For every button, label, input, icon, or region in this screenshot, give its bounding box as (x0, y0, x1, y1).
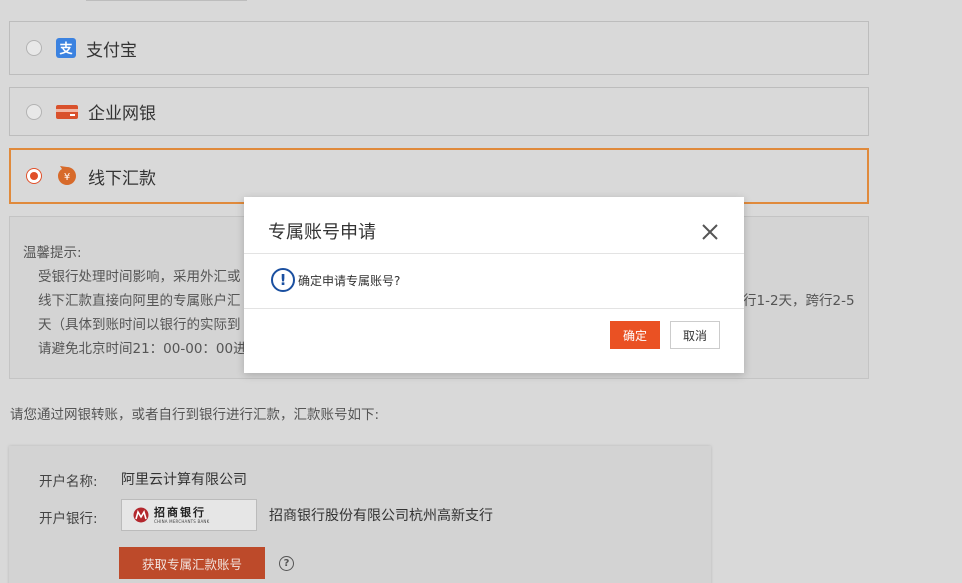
bank-card-icon (56, 104, 78, 120)
cmb-logo-icon (133, 507, 149, 523)
modal-message: 确定申请专属账号? (298, 274, 401, 288)
dedicated-account-modal: 专属账号申请 ! 确定申请专属账号? 确定 取消 (244, 197, 744, 373)
cancel-button[interactable]: 取消 (670, 321, 720, 349)
payment-option-alipay[interactable]: 支 支付宝 (9, 21, 869, 75)
tip-line-tail: 行1-2天，跨行2-5 (743, 293, 855, 309)
instruction-text: 请您通过网银转账，或者自行到银行进行汇款，汇款账号如下: (10, 407, 380, 423)
svg-text:¥: ¥ (64, 172, 70, 183)
top-input-stub (86, 0, 247, 1)
get-dedicated-account-button[interactable]: 获取专属汇款账号 (119, 547, 265, 579)
account-bank-value: 招商银行股份有限公司杭州高新支行 (269, 508, 493, 524)
alipay-icon: 支 (56, 38, 76, 58)
modal-header: 专属账号申请 (244, 197, 744, 254)
bank-logo-cn: 招商银行 (154, 505, 206, 519)
payment-option-label: 支付宝 (86, 40, 137, 61)
modal-footer: 确定 取消 (244, 309, 744, 373)
bank-account-card: 开户名称: 阿里云计算有限公司 开户银行: 招商银行 CHINA MERCHAN… (9, 446, 711, 583)
payment-option-offline-remit[interactable]: ¥ 线下汇款 (9, 148, 869, 204)
help-icon[interactable]: ? (279, 556, 294, 571)
account-name-label: 开户名称: (39, 474, 98, 490)
radio-offline-remit[interactable] (26, 168, 42, 184)
close-icon[interactable] (701, 223, 719, 241)
modal-body: ! 确定申请专属账号? (244, 254, 744, 309)
bank-logo: 招商银行 CHINA MERCHANTS BANK (121, 499, 257, 531)
payment-option-enterprise-bank[interactable]: 企业网银 (9, 87, 869, 136)
modal-title: 专属账号申请 (268, 222, 376, 243)
account-bank-label: 开户银行: (39, 511, 98, 527)
confirm-button[interactable]: 确定 (610, 321, 660, 349)
info-exclamation-icon: ! (271, 268, 295, 292)
radio-enterprise-bank[interactable] (26, 103, 42, 120)
bank-logo-en: CHINA MERCHANTS BANK (154, 518, 210, 524)
account-name-value: 阿里云计算有限公司 (121, 472, 247, 488)
payment-option-label: 企业网银 (88, 104, 156, 124)
payment-option-label: 线下汇款 (88, 168, 156, 189)
tip-line-text: 线下汇款直接向阿里的专属账户汇 (38, 293, 241, 309)
radio-alipay[interactable] (26, 40, 42, 56)
offline-remit-icon: ¥ (56, 165, 78, 187)
svg-text:支: 支 (58, 41, 73, 57)
